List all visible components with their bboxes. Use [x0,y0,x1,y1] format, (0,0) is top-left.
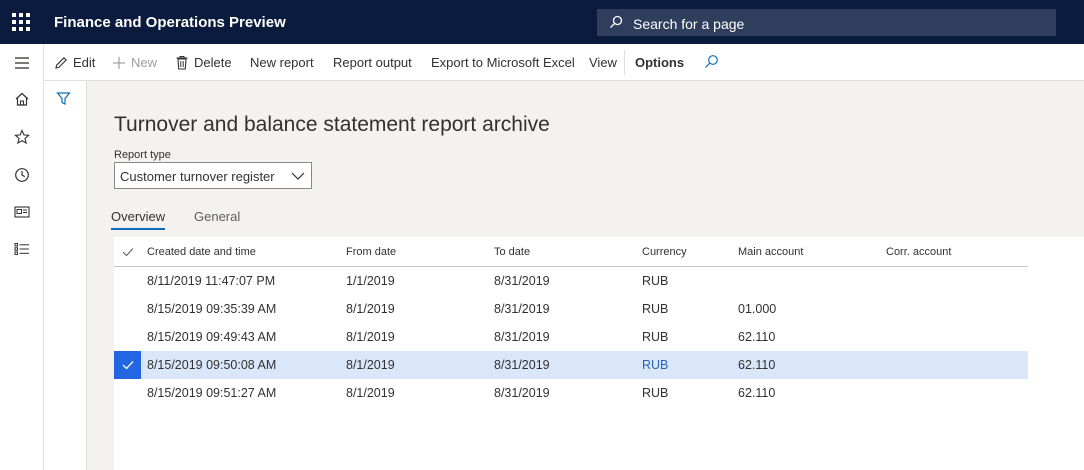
cell-main-account: 62.110 [738,386,776,400]
column-header-from-date[interactable]: From date [346,246,396,258]
cell-created: 8/15/2019 09:51:27 AM [147,386,277,400]
row-checkbox[interactable] [114,267,141,295]
cell-to-date: 8/31/2019 [494,358,550,372]
cell-currency: RUB [642,302,669,316]
cell-main-account: 01.000 [738,302,777,316]
grid-header: Created date and time From date To date … [114,237,1028,267]
action-search-button[interactable] [704,54,724,69]
report-archive-grid: Created date and time From date To date … [114,237,1084,470]
cell-from-date: 8/1/2019 [346,302,395,316]
column-header-main-account[interactable]: Main account [738,246,803,258]
cell-from-date: 8/1/2019 [346,358,395,372]
tab-overview[interactable]: Overview [111,209,165,224]
table-row[interactable]: 8/15/2019 09:35:39 AM 8/1/2019 8/31/2019… [114,295,1028,323]
cell-currency: RUB [642,386,669,400]
report-output-button[interactable]: Report output [333,55,412,70]
pencil-icon [55,56,67,69]
cell-currency: RUB [642,274,669,288]
table-row[interactable]: 8/11/2019 11:47:07 PM 1/1/2019 8/31/2019… [114,267,1028,295]
export-excel-button[interactable]: Export to Microsoft Excel [431,55,575,70]
trash-icon [176,56,188,70]
cell-to-date: 8/31/2019 [494,274,550,288]
new-label: New [131,55,158,70]
cell-currency-link[interactable]: RUB [642,358,668,372]
column-header-to-date[interactable]: To date [494,246,530,258]
cell-to-date: 8/31/2019 [494,386,550,400]
new-report-button[interactable]: New report [250,55,314,70]
recent-clock-icon[interactable] [12,165,32,185]
column-header-corr-account[interactable]: Corr. account [886,246,951,258]
cell-from-date: 1/1/2019 [346,274,395,288]
cell-currency: RUB [642,330,669,344]
cell-created: 8/15/2019 09:49:43 AM [147,330,277,344]
options-button[interactable]: Options [635,55,684,70]
cell-main-account: 62.110 [738,358,776,372]
navigation-rail [0,44,44,470]
filter-icon[interactable] [56,91,71,109]
cell-to-date: 8/31/2019 [494,330,550,344]
table-row[interactable]: 8/15/2019 09:51:27 AM 8/1/2019 8/31/2019… [114,379,1028,407]
report-type-dropdown[interactable]: Customer turnover register [114,162,312,189]
search-box[interactable]: Search for a page [597,9,1056,36]
delete-label: Delete [194,55,232,70]
cell-to-date: 8/31/2019 [494,302,550,316]
hamburger-menu-icon[interactable] [12,53,32,73]
cell-created: 8/15/2019 09:50:08 AM [147,358,277,372]
table-row[interactable]: 8/15/2019 09:49:43 AM 8/1/2019 8/31/2019… [114,323,1028,351]
action-pane: Edit New Delete New report Report output… [44,44,1084,81]
search-icon [705,55,718,68]
home-icon[interactable] [12,89,32,109]
table-row-selected[interactable]: 8/15/2019 09:50:08 AM 8/1/2019 8/31/2019… [114,351,1028,379]
row-checkbox[interactable] [114,323,141,351]
cell-created: 8/11/2019 11:47:07 PM [147,274,276,288]
active-tab-indicator [111,228,165,230]
favorites-star-icon[interactable] [12,127,32,147]
column-header-created[interactable]: Created date and time [147,246,256,258]
chevron-down-icon [291,172,305,180]
cell-from-date: 8/1/2019 [346,330,395,344]
row-checkbox[interactable] [114,379,141,407]
view-button[interactable]: View [589,55,617,70]
cell-main-account: 62.110 [738,330,776,344]
row-checkbox[interactable] [114,295,141,323]
search-icon [610,15,623,28]
app-launcher-icon[interactable] [12,13,30,31]
cell-created: 8/15/2019 09:35:39 AM [147,302,277,316]
app-title[interactable]: Finance and Operations Preview [54,14,286,31]
modules-list-icon[interactable] [12,239,32,259]
edit-label: Edit [73,55,96,70]
tab-general[interactable]: General [194,209,240,224]
cell-from-date: 8/1/2019 [346,386,395,400]
delete-button[interactable]: Delete [175,55,232,70]
new-button[interactable]: New [112,55,157,70]
plus-icon [113,56,125,69]
row-checkbox-checked[interactable] [114,351,141,379]
column-header-currency[interactable]: Currency [642,246,687,258]
checkmark-icon [122,248,133,257]
report-type-value: Customer turnover register [120,169,275,184]
workspaces-icon[interactable] [12,202,32,222]
checkmark-icon [122,361,133,370]
select-all-checkbox[interactable] [114,245,141,259]
report-type-label: Report type [114,149,171,161]
action-separator [624,50,625,75]
page-title: Turnover and balance statement report ar… [114,113,550,136]
filter-pane-strip [44,81,87,470]
top-bar: Finance and Operations Preview Search fo… [0,0,1084,44]
edit-button[interactable]: Edit [54,55,95,70]
search-placeholder: Search for a page [633,16,745,32]
